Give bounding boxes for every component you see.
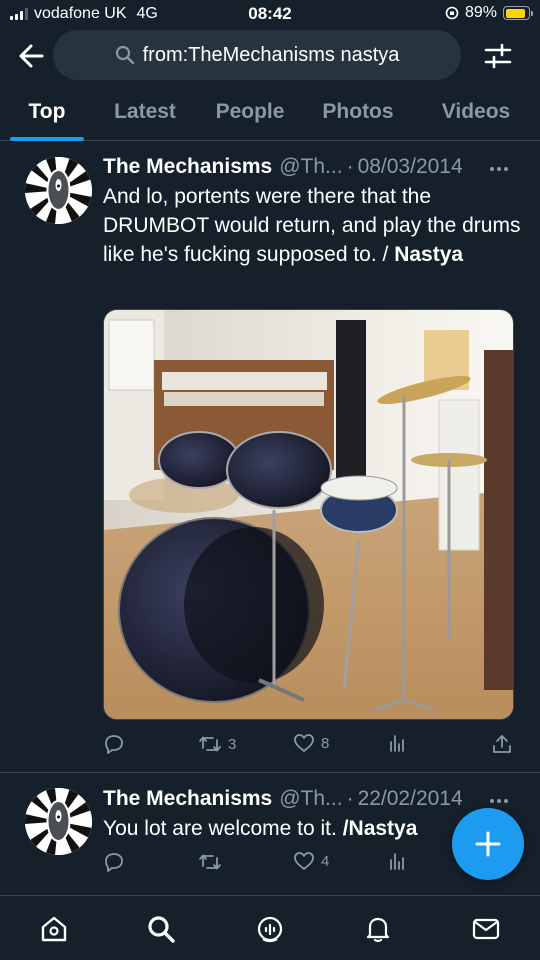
- tweet-date[interactable]: 22/02/2014: [358, 787, 463, 811]
- search-input[interactable]: from:TheMechanisms nastya: [53, 30, 461, 80]
- back-arrow-icon: [19, 44, 44, 68]
- retweet-button[interactable]: 3: [198, 733, 236, 755]
- notifications-icon: [366, 917, 390, 943]
- more-options-icon[interactable]: [490, 796, 514, 806]
- battery-percent: 89%: [464, 4, 497, 21]
- analytics-icon: [390, 853, 404, 870]
- tab-people[interactable]: People: [205, 90, 295, 140]
- nav-search[interactable]: [144, 912, 178, 946]
- tweet[interactable]: The Mechanisms @Th... · 08/03/2014 And l…: [0, 141, 540, 773]
- reply-icon: [105, 735, 123, 754]
- like-button[interactable]: 8: [293, 733, 329, 753]
- tab-photos[interactable]: Photos: [313, 90, 403, 140]
- share-icon: [493, 735, 511, 753]
- author-handle[interactable]: @Th...: [279, 787, 342, 811]
- nav-home[interactable]: [37, 912, 71, 946]
- home-icon: [41, 916, 67, 942]
- heart-icon: [294, 734, 314, 752]
- status-right: 89%: [445, 4, 533, 22]
- bottom-navigation: [0, 895, 540, 960]
- more-options-icon[interactable]: [490, 164, 514, 174]
- tweet-image[interactable]: [103, 309, 514, 720]
- like-button[interactable]: 4: [293, 851, 329, 871]
- analytics-button[interactable]: [387, 733, 407, 753]
- separator-dot: ·: [346, 155, 354, 178]
- avatar[interactable]: [25, 157, 92, 224]
- separator-dot: ·: [346, 787, 354, 810]
- search-icon: [115, 45, 134, 65]
- retweet-icon: [199, 736, 221, 752]
- tweet-header: The Mechanisms @Th... · 08/03/2014: [103, 155, 463, 179]
- search-icon: [148, 916, 175, 943]
- filter-sliders-icon: [484, 43, 512, 69]
- orientation-lock-icon: [445, 6, 459, 20]
- heart-icon: [294, 852, 314, 870]
- back-button[interactable]: [14, 40, 48, 72]
- battery-icon: [503, 6, 533, 20]
- analytics-icon: [390, 735, 404, 752]
- tab-top[interactable]: Top: [10, 90, 84, 140]
- reply-button[interactable]: [103, 733, 125, 755]
- search-filter-button[interactable]: [482, 40, 514, 72]
- search-tabs: Top Latest People Photos Videos: [0, 90, 540, 141]
- like-count: 4: [321, 852, 330, 870]
- author-handle[interactable]: @Th...: [279, 155, 342, 179]
- compose-tweet-button[interactable]: [452, 808, 524, 880]
- spaces-icon: [257, 916, 283, 943]
- tweet-header: The Mechanisms @Th... · 22/02/2014: [103, 787, 463, 811]
- status-bar: vodafone UK 4G 08:42 89%: [0, 0, 540, 28]
- drum-kit-photo: [104, 310, 513, 719]
- share-button[interactable]: [491, 733, 513, 755]
- retweet-icon: [199, 854, 221, 870]
- tweet-date[interactable]: 08/03/2014: [358, 155, 463, 179]
- analytics-button[interactable]: [387, 851, 407, 871]
- author-name[interactable]: The Mechanisms: [103, 155, 272, 179]
- nav-notifications[interactable]: [361, 912, 395, 946]
- messages-icon: [472, 918, 500, 940]
- search-query: from:TheMechanisms nastya: [142, 43, 400, 66]
- search-header: from:TheMechanisms nastya: [0, 28, 540, 84]
- tab-latest[interactable]: Latest: [104, 90, 186, 140]
- reply-button[interactable]: [103, 851, 125, 873]
- reply-icon: [105, 853, 123, 872]
- tweet-actions: 3 8: [103, 733, 523, 763]
- avatar[interactable]: [25, 788, 92, 855]
- nav-spaces[interactable]: [253, 912, 287, 946]
- plus-icon: [475, 831, 501, 857]
- tweet-text: And lo, portents were there that the DRU…: [103, 185, 521, 266]
- like-count: 8: [321, 734, 330, 752]
- retweet-count: 3: [228, 735, 237, 753]
- author-name[interactable]: The Mechanisms: [103, 787, 272, 811]
- retweet-button[interactable]: [198, 851, 228, 873]
- nav-messages[interactable]: [469, 912, 503, 946]
- tab-videos[interactable]: Videos: [430, 90, 522, 140]
